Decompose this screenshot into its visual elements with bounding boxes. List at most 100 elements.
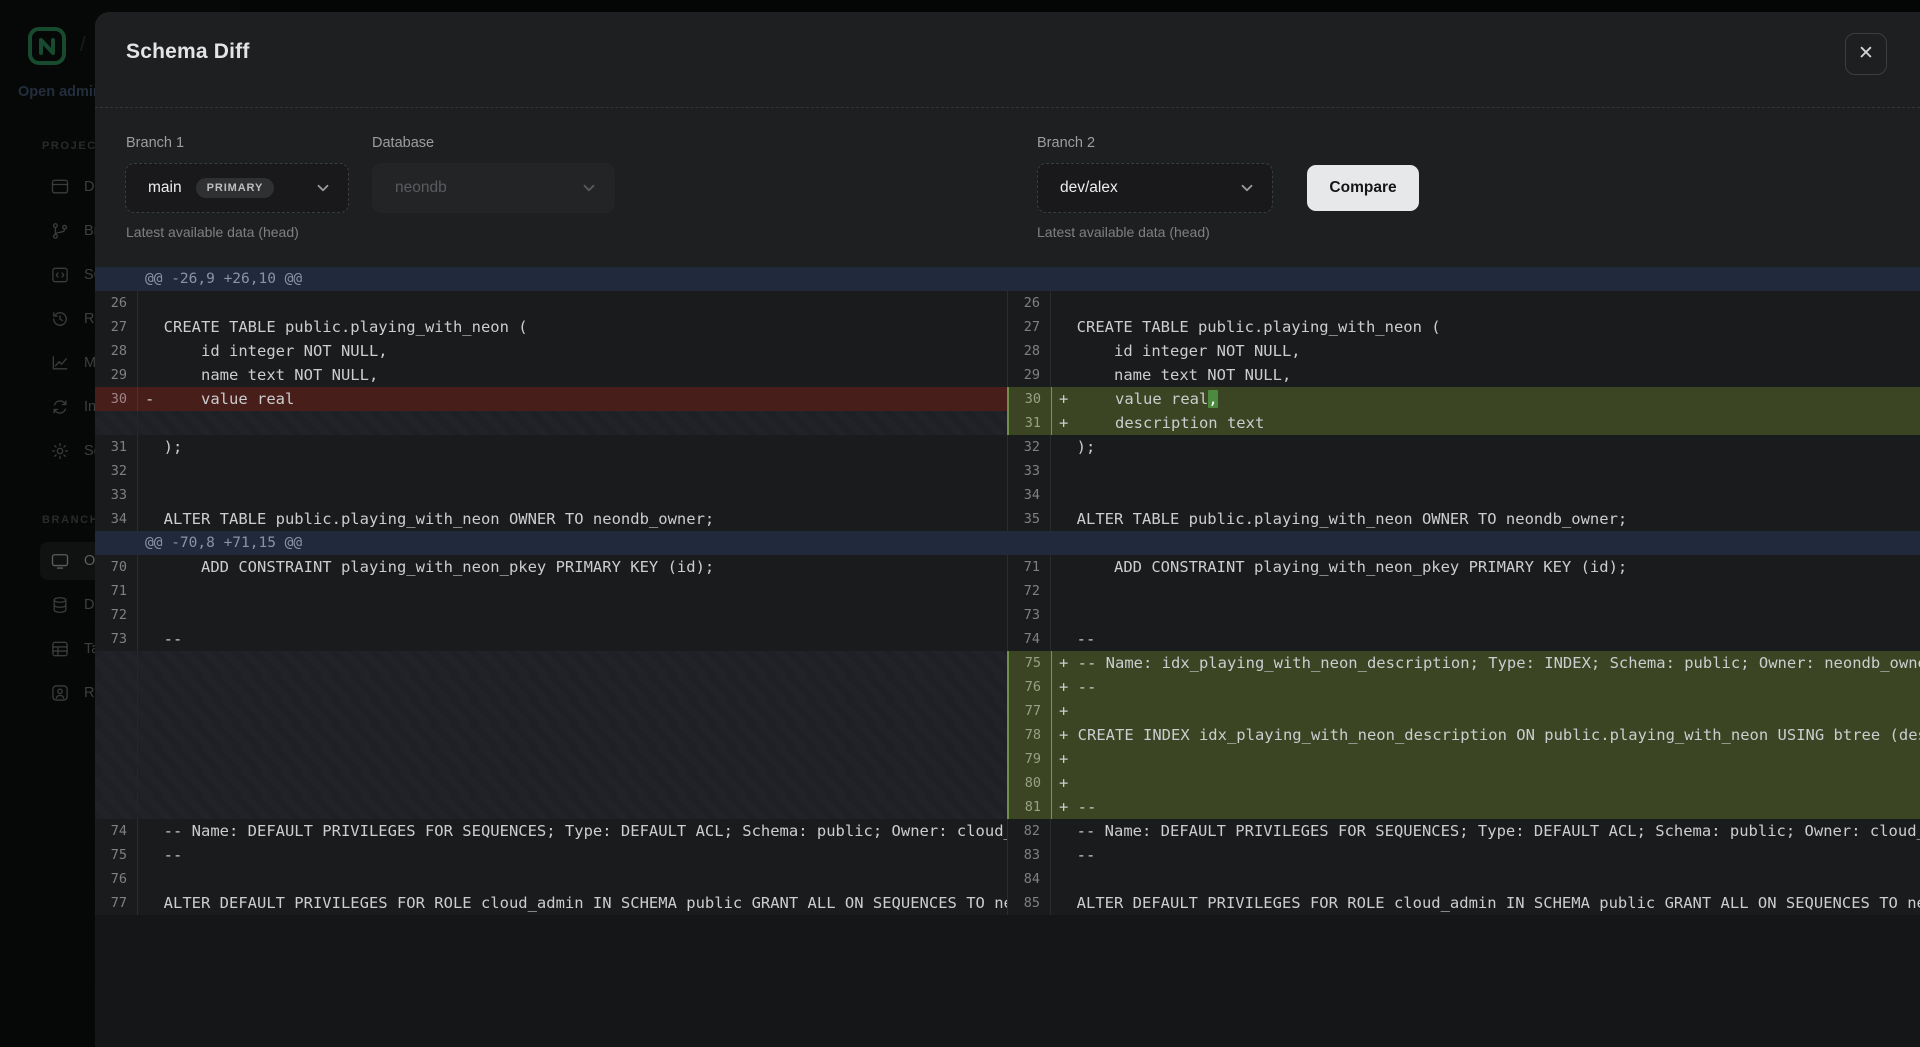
line-number: 73 [95,627,138,651]
diff-line-left: 34 ALTER TABLE public.playing_with_neon … [95,507,1007,531]
line-number: 31 [1009,411,1052,435]
close-button[interactable]: ✕ [1845,33,1887,75]
line-number: 77 [1009,699,1052,723]
diff-line-right: 27 CREATE TABLE public.playing_with_neon… [1007,315,1920,339]
diff-line-right: 30+ value real, [1007,387,1920,411]
code-line [138,603,1007,627]
diff-row: 70 ADD CONSTRAINT playing_with_neon_pkey… [95,555,1920,579]
code-line: ); [138,435,1007,459]
diff-row: 33 34 [95,483,1920,507]
diff-row: 34 ALTER TABLE public.playing_with_neon … [95,507,1920,531]
diff-line-left: 30- value real [95,387,1007,411]
code-line [1051,603,1920,627]
diff-line-right: 75+ -- Name: idx_playing_with_neon_descr… [1007,651,1920,675]
line-number: 28 [95,339,138,363]
word-diff-highlight: , [1208,390,1217,408]
line-number: 32 [1008,435,1051,459]
line-number: 73 [1008,603,1051,627]
diff-line-right: 32 ); [1007,435,1920,459]
diff-filler [95,675,1007,699]
code-line [1051,483,1920,507]
diff-line-left: 70 ADD CONSTRAINT playing_with_neon_pkey… [95,555,1007,579]
code-line: ); [1051,435,1920,459]
code-line: -- [1051,843,1920,867]
line-number: 82 [1008,819,1051,843]
code-line: ALTER DEFAULT PRIVILEGES FOR ROLE cloud_… [138,891,1007,915]
diff-line-left: 77 ALTER DEFAULT PRIVILEGES FOR ROLE clo… [95,891,1007,915]
line-number: 71 [95,579,138,603]
diff-line-right: 29 name text NOT NULL, [1007,363,1920,387]
diff-row: 27 CREATE TABLE public.playing_with_neon… [95,315,1920,339]
database-select: neondb [372,163,615,213]
diff-line-left: 27 CREATE TABLE public.playing_with_neon… [95,315,1007,339]
hunk-header: @@ -26,9 +26,10 @@ [95,267,1920,291]
schema-diff-modal: Schema Diff ✕ Branch 1 Database Branch 2… [95,12,1920,1047]
code-line [138,459,1007,483]
code-line [1051,291,1920,315]
line-number: 81 [1009,795,1052,819]
diff-row: 77 ALTER DEFAULT PRIVILEGES FOR ROLE clo… [95,891,1920,915]
diff-filler [95,651,1007,675]
diff-line-left: 73 -- [95,627,1007,651]
diff-line-right: 28 id integer NOT NULL, [1007,339,1920,363]
diff-row: 76 84 [95,867,1920,891]
line-number: 29 [1008,363,1051,387]
diff-row: 75+ -- Name: idx_playing_with_neon_descr… [95,651,1920,675]
diff-row: 77+ [95,699,1920,723]
line-number: 74 [95,819,138,843]
line-number: 33 [1008,459,1051,483]
diff-line-right: 78+ CREATE INDEX idx_playing_with_neon_d… [1007,723,1920,747]
line-number: 27 [1008,315,1051,339]
diff-row: 81+ -- [95,795,1920,819]
diff-line-right: 26 [1007,291,1920,315]
line-number: 33 [95,483,138,507]
branch2-label: Branch 2 [1037,135,1095,151]
branch1-select[interactable]: main PRIMARY [125,163,349,213]
diff-line-right: 81+ -- [1007,795,1920,819]
diff-line-left: 33 [95,483,1007,507]
line-number: 71 [1008,555,1051,579]
diff-row: 80+ [95,771,1920,795]
line-number: 80 [1009,771,1052,795]
diff-line-right: 83 -- [1007,843,1920,867]
line-number: 32 [95,459,138,483]
line-number: 72 [95,603,138,627]
modal-title: Schema Diff [126,40,250,64]
compare-button[interactable]: Compare [1307,165,1419,211]
line-number: 74 [1008,627,1051,651]
line-number: 84 [1008,867,1051,891]
diff-row: 28 id integer NOT NULL,28 id integer NOT… [95,339,1920,363]
line-number: 83 [1008,843,1051,867]
diff-line-left: 29 name text NOT NULL, [95,363,1007,387]
code-line [138,867,1007,891]
code-line: -- Name: DEFAULT PRIVILEGES FOR SEQUENCE… [1051,819,1920,843]
line-number: 79 [1009,747,1052,771]
code-line: + -- Name: idx_playing_with_neon_descrip… [1052,651,1920,675]
code-line [1051,867,1920,891]
diff-row: 79+ [95,747,1920,771]
diff-row: 76+ -- [95,675,1920,699]
code-line: CREATE TABLE public.playing_with_neon ( [138,315,1007,339]
line-number: 30 [1009,387,1052,411]
chevron-down-icon [580,179,598,197]
diff-line-right: 35 ALTER TABLE public.playing_with_neon … [1007,507,1920,531]
code-line: + value real, [1052,387,1920,411]
line-number: 85 [1008,891,1051,915]
branch2-value: dev/alex [1060,179,1118,197]
code-line: ADD CONSTRAINT playing_with_neon_pkey PR… [138,555,1007,579]
diff-line-left: 32 [95,459,1007,483]
line-number: 76 [1009,675,1052,699]
code-line: + CREATE INDEX idx_playing_with_neon_des… [1052,723,1920,747]
chevron-down-icon [1238,179,1256,197]
line-number: 26 [1008,291,1051,315]
code-line: + -- [1052,795,1920,819]
branch2-select[interactable]: dev/alex [1037,163,1273,213]
diff-filler [95,699,1007,723]
branch2-hint: Latest available data (head) [1037,224,1210,240]
diff-row: 31 );32 ); [95,435,1920,459]
diff-line-right: 76+ -- [1007,675,1920,699]
diff-line-right: 33 [1007,459,1920,483]
header-divider [95,107,1920,108]
code-line [138,579,1007,603]
diff-row: 72 73 [95,603,1920,627]
